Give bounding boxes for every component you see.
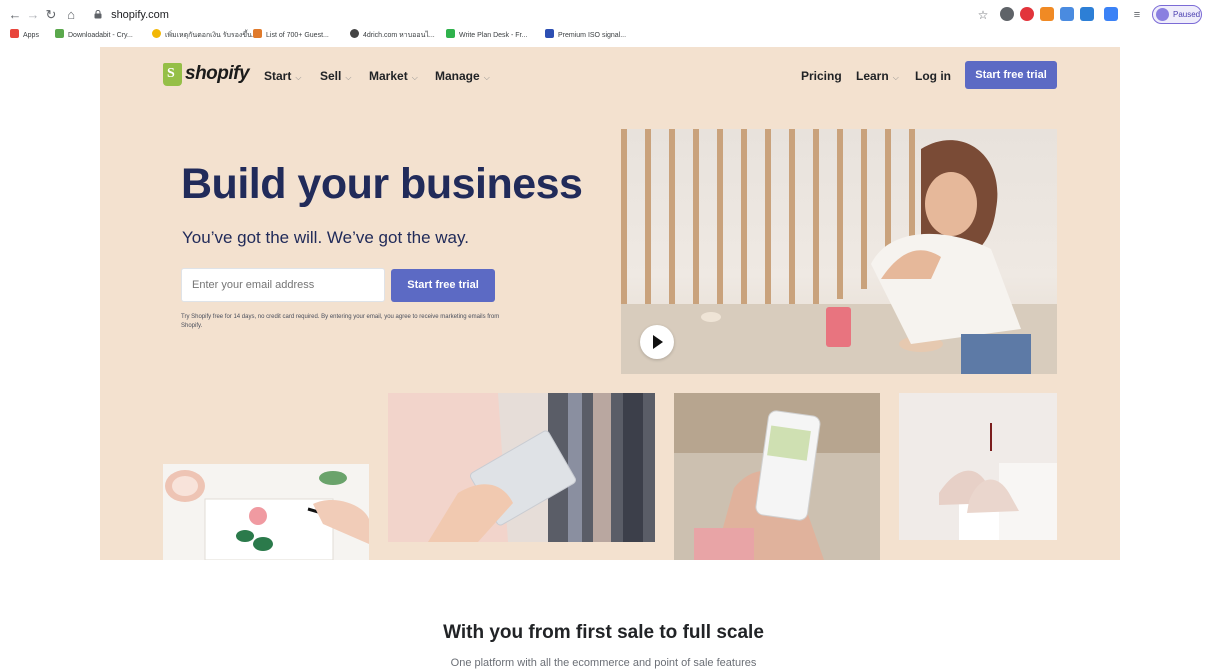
section-subtitle: One platform with all the ecommerce and … [450,657,757,669]
phone-in-hand-illustration [674,393,880,560]
photo-notebook [163,464,369,560]
extension-icon[interactable] [1000,7,1014,21]
hero-subtitle: You’ve got the will. We’ve got the way. [182,228,469,247]
bookmark-favicon-icon [350,29,359,38]
forward-arrow-icon[interactable]: → [24,6,42,24]
photo-shoes [899,393,1057,540]
nav-market[interactable]: Market ⌵ [369,69,418,83]
extension-icon[interactable] [1104,7,1118,21]
legal-disclaimer: Try Shopify free for 14 days, no credit … [181,314,500,329]
chevron-down-icon: ⌵ [483,73,490,82]
shopping-bag-icon [163,63,182,86]
bookmark-item[interactable]: เพิ่มเหตุกันดอกเงิน รับรองขึ้น... [152,29,258,43]
avatar [1156,8,1169,21]
photo-tablet [388,393,655,542]
chevron-down-icon: ⌵ [892,73,899,82]
extension-icon[interactable] [1060,7,1074,21]
nav-login[interactable]: Log in [915,69,951,83]
bookmark-item[interactable]: List of 700+ Guest... [253,29,329,43]
address-bar-row: ← → ↻ ⌂ shopify.com ☆ ≡ Paused [0,4,1207,26]
nav-learn[interactable]: Learn ⌵ [856,69,899,83]
email-input[interactable] [181,268,385,302]
hero-start-free-trial-button[interactable]: Start free trial [391,269,495,302]
section-title: With you from first sale to full scale [443,622,764,643]
notebook-illustration [165,470,369,560]
tablet-illustration [388,393,655,542]
profile-button[interactable]: Paused [1152,5,1202,24]
reading-list-icon[interactable]: ≡ [1128,6,1146,24]
nav-sell[interactable]: Sell ⌵ [320,69,351,83]
bookmarks-bar: Apps Downloadabit - Cry... เพิ่มเหตุกันด… [0,27,1207,45]
chevron-down-icon: ⌵ [345,73,352,82]
lock-icon [94,10,102,19]
bookmark-star-icon[interactable]: ☆ [974,6,992,24]
browser-chrome: ← → ↻ ⌂ shopify.com ☆ ≡ Paused Apps Down… [0,0,1207,47]
nav-start[interactable]: Start ⌵ [264,69,301,83]
home-icon[interactable]: ⌂ [62,6,80,24]
profile-status: Paused [1173,10,1201,19]
nav-pricing[interactable]: Pricing [801,69,842,83]
bookmark-favicon-icon [446,29,455,38]
extension-icon[interactable] [1020,7,1034,21]
apps-grid-icon [10,29,19,38]
nav-manage[interactable]: Manage ⌵ [435,69,490,83]
url-text: shopify.com [111,9,169,21]
bookmark-favicon-icon [152,29,161,38]
extension-icon[interactable] [1080,7,1094,21]
url-field[interactable]: shopify.com [94,6,962,24]
craftswoman-photo [621,129,1057,374]
hero-section: shopify Start⌵ Sell⌵ Market⌵ Manage⌵ Pri… [100,47,1120,560]
bookmark-favicon-icon [253,29,262,38]
bookmark-item[interactable]: 4drich.com หาบออนไ... [350,29,435,43]
photo-phone [674,393,880,560]
brand-wordmark: shopify [185,63,250,84]
bookmark-item[interactable]: Downloadabit - Cry... [55,29,133,43]
chevron-down-icon: ⌵ [295,73,302,82]
play-video-icon[interactable] [640,325,674,359]
bookmark-favicon-icon [55,29,64,38]
shoes-illustration [939,423,1057,540]
metamask-icon[interactable] [1040,7,1054,21]
back-arrow-icon[interactable]: ← [6,6,24,24]
bookmark-item[interactable]: Write Plan Desk - Fr... [446,29,527,43]
hero-title: Build your business [181,160,583,208]
chevron-down-icon: ⌵ [411,73,418,82]
start-free-trial-button[interactable]: Start free trial [965,61,1057,89]
bookmark-item[interactable]: Premium ISO signal... [545,29,626,43]
reload-icon[interactable]: ↻ [42,6,60,24]
hero-video-thumbnail[interactable] [621,129,1057,374]
bookmark-apps[interactable]: Apps [10,29,39,43]
bookmark-favicon-icon [545,29,554,38]
